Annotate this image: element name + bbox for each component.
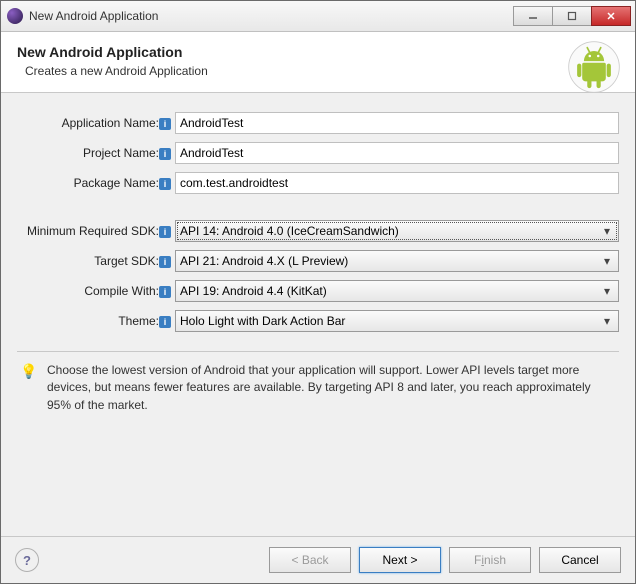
wizard-window: New Android Application New Android Appl…	[0, 0, 636, 584]
finish-button[interactable]: Finish	[449, 547, 531, 573]
application-name-input[interactable]	[175, 112, 619, 134]
chevron-down-icon: ▾	[600, 314, 614, 328]
compile-with-combo[interactable]: API 19: Android 4.4 (KitKat) ▾	[175, 280, 619, 302]
label-target-sdk: Target SDK:i	[17, 254, 175, 268]
row-theme: Theme:i Holo Light with Dark Action Bar …	[17, 309, 619, 333]
info-icon[interactable]: i	[159, 316, 171, 328]
compile-with-value: API 19: Android 4.4 (KitKat)	[180, 284, 600, 298]
wizard-header: New Android Application Creates a new An…	[1, 32, 635, 93]
row-project-name: Project Name:i	[17, 141, 619, 165]
form-area: Application Name:i Project Name:i Packag…	[1, 93, 635, 337]
hint-text: Choose the lowest version of Android tha…	[47, 362, 613, 414]
row-application-name: Application Name:i	[17, 111, 619, 135]
chevron-down-icon: ▾	[600, 284, 614, 298]
android-icon	[567, 40, 621, 94]
row-min-sdk: Minimum Required SDK:i API 14: Android 4…	[17, 219, 619, 243]
row-package-name: Package Name:i	[17, 171, 619, 195]
label-package-name: Package Name:i	[17, 176, 175, 190]
eclipse-icon	[7, 8, 23, 24]
info-icon[interactable]: i	[159, 178, 171, 190]
titlebar[interactable]: New Android Application	[1, 1, 635, 32]
back-button[interactable]: < Back	[269, 547, 351, 573]
theme-value: Holo Light with Dark Action Bar	[180, 314, 600, 328]
divider	[17, 351, 619, 352]
lightbulb-icon: 💡	[21, 363, 37, 379]
label-theme: Theme:i	[17, 314, 175, 328]
minimize-button[interactable]	[513, 6, 553, 26]
target-sdk-combo[interactable]: API 21: Android 4.X (L Preview) ▾	[175, 250, 619, 272]
help-button[interactable]: ?	[15, 548, 39, 572]
next-button[interactable]: Next >	[359, 547, 441, 573]
label-application-name: Application Name:i	[17, 116, 175, 130]
footer-buttons: < Back Next > Finish Cancel	[269, 547, 621, 573]
theme-combo[interactable]: Holo Light with Dark Action Bar ▾	[175, 310, 619, 332]
close-button[interactable]	[591, 6, 631, 26]
window-controls	[514, 6, 631, 26]
project-name-input[interactable]	[175, 142, 619, 164]
info-icon[interactable]: i	[159, 256, 171, 268]
target-sdk-value: API 21: Android 4.X (L Preview)	[180, 254, 600, 268]
spacer	[17, 201, 619, 213]
cancel-button[interactable]: Cancel	[539, 547, 621, 573]
label-project-name: Project Name:i	[17, 146, 175, 160]
page-subtitle: Creates a new Android Application	[25, 64, 619, 78]
window-title: New Android Application	[29, 9, 514, 23]
label-min-sdk: Minimum Required SDK:i	[17, 224, 175, 238]
page-title: New Android Application	[17, 44, 619, 60]
wizard-footer: ? < Back Next > Finish Cancel	[1, 536, 635, 583]
hint-panel: 💡 Choose the lowest version of Android t…	[1, 360, 635, 420]
row-compile-with: Compile With:i API 19: Android 4.4 (KitK…	[17, 279, 619, 303]
info-icon[interactable]: i	[159, 148, 171, 160]
min-sdk-value: API 14: Android 4.0 (IceCreamSandwich)	[180, 224, 600, 238]
row-target-sdk: Target SDK:i API 21: Android 4.X (L Prev…	[17, 249, 619, 273]
chevron-down-icon: ▾	[600, 224, 614, 238]
info-icon[interactable]: i	[159, 226, 171, 238]
info-icon[interactable]: i	[159, 286, 171, 298]
package-name-input[interactable]	[175, 172, 619, 194]
wizard-body: New Android Application Creates a new An…	[1, 32, 635, 583]
maximize-button[interactable]	[552, 6, 592, 26]
min-sdk-combo[interactable]: API 14: Android 4.0 (IceCreamSandwich) ▾	[175, 220, 619, 242]
info-icon[interactable]: i	[159, 118, 171, 130]
label-compile-with: Compile With:i	[17, 284, 175, 298]
chevron-down-icon: ▾	[600, 254, 614, 268]
